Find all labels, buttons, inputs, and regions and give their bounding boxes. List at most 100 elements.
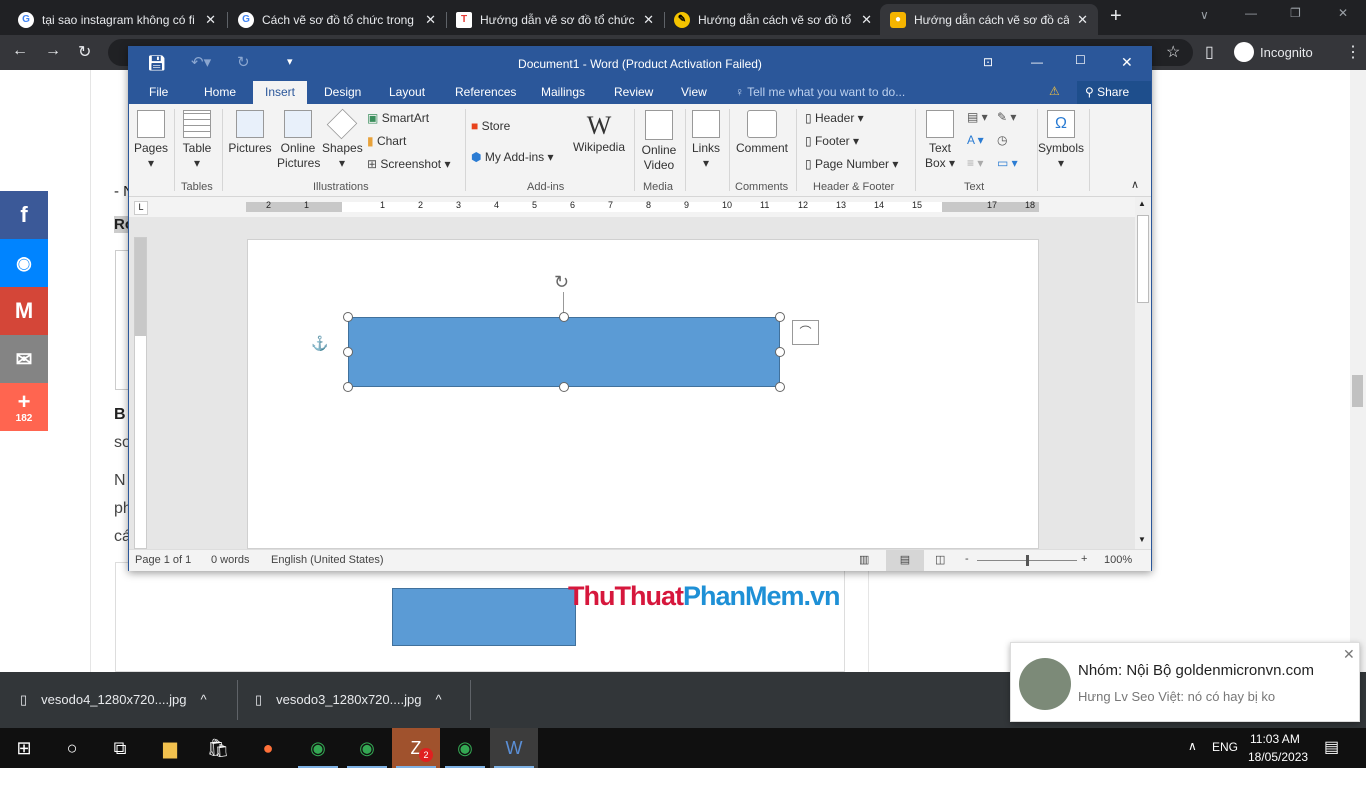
pictures-button[interactable]: Pictures bbox=[227, 110, 273, 156]
scrollbar-thumb[interactable] bbox=[1137, 215, 1149, 303]
minimize-icon[interactable]: — bbox=[1031, 55, 1043, 69]
links-button[interactable]: Links ▾ bbox=[689, 110, 723, 171]
smartart-button[interactable]: ▣ SmartArt bbox=[367, 111, 429, 125]
online-pictures-button[interactable]: Online Pictures bbox=[277, 110, 320, 171]
drop-cap-button[interactable]: ≡ ▾ bbox=[967, 156, 983, 170]
header-button[interactable]: ▯ Header ▾ bbox=[805, 111, 864, 125]
zoom-level[interactable]: 100% bbox=[1104, 554, 1132, 566]
close-tab-icon[interactable]: ✕ bbox=[643, 12, 654, 28]
side-panel-icon[interactable]: ▯ bbox=[1205, 42, 1214, 62]
tab-search-icon[interactable]: ∨ bbox=[1200, 8, 1209, 22]
date-time-button[interactable]: ◷ bbox=[997, 133, 1007, 147]
ribbon-display-options-icon[interactable]: ⊡ bbox=[983, 55, 993, 69]
tab-design[interactable]: Design bbox=[312, 81, 373, 104]
tab-references[interactable]: References bbox=[443, 81, 528, 104]
file-explorer-icon[interactable]: ▆ bbox=[146, 728, 194, 768]
footer-button[interactable]: ▯ Footer ▾ bbox=[805, 134, 859, 148]
menu-icon[interactable]: ⋮ bbox=[1345, 42, 1361, 62]
action-center-icon[interactable]: ▤ bbox=[1324, 737, 1339, 757]
wikipedia-button[interactable]: W Wikipedia bbox=[569, 112, 629, 155]
document-scrollbar[interactable]: ▲ ▼ bbox=[1135, 197, 1151, 549]
signature-line-button[interactable]: ✎ ▾ bbox=[997, 110, 1016, 124]
word-icon[interactable]: W bbox=[490, 728, 538, 768]
new-tab-button[interactable]: + bbox=[1110, 5, 1122, 28]
layout-options-icon[interactable]: ⌒ bbox=[792, 320, 819, 345]
clock-time[interactable]: 11:03 AM bbox=[1250, 732, 1300, 746]
more-share-button[interactable]: +182 bbox=[0, 383, 48, 431]
start-windows-icon[interactable]: ⊞ bbox=[0, 728, 48, 768]
back-icon[interactable]: ← bbox=[12, 42, 28, 60]
web-layout-icon[interactable]: ◫ bbox=[935, 553, 945, 566]
rectangle-shape[interactable] bbox=[348, 317, 780, 387]
input-language[interactable]: ENG bbox=[1212, 740, 1238, 754]
tab-view[interactable]: View bbox=[669, 81, 719, 104]
symbols-button[interactable]: Ω Symbols ▾ bbox=[1037, 110, 1085, 171]
chrome-profile-icon[interactable]: ◉ bbox=[294, 728, 342, 768]
browser-tab[interactable]: Gtại sao instagram không có fi ✕ bbox=[8, 4, 226, 35]
download-item[interactable]: ▯ vesodo4_1280x720....jpg ^ bbox=[20, 692, 207, 708]
close-icon[interactable]: ✕ bbox=[1121, 54, 1133, 71]
collapse-ribbon-icon[interactable]: ∧ bbox=[1131, 178, 1139, 191]
read-mode-icon[interactable]: ▥ bbox=[859, 553, 869, 566]
shapes-button[interactable]: Shapes ▾ bbox=[322, 108, 363, 171]
chat-notification[interactable]: Nhóm: Nội Bộ goldenmicronvn.com Hưng Lv … bbox=[1010, 642, 1360, 722]
close-tab-icon[interactable]: ✕ bbox=[861, 12, 872, 28]
document-page[interactable]: ⚓ ↻ ⌒ bbox=[247, 239, 1039, 549]
tab-insert[interactable]: Insert bbox=[253, 81, 308, 104]
chrome-profile-icon[interactable]: ◉ bbox=[343, 728, 391, 768]
reload-icon[interactable]: ↻ bbox=[78, 42, 91, 62]
share-button[interactable]: ⚲ Share bbox=[1077, 81, 1151, 104]
comment-button[interactable]: Comment bbox=[733, 110, 791, 156]
tab-review[interactable]: Review bbox=[602, 81, 665, 104]
online-video-button[interactable]: Online Video bbox=[637, 110, 681, 173]
email-share-button[interactable]: ✉ bbox=[0, 335, 48, 383]
my-addins-button[interactable]: ⬢ My Add-ins ▾ bbox=[471, 150, 554, 164]
page-count[interactable]: Page 1 of 1 bbox=[135, 554, 191, 566]
zoom-out-button[interactable]: - bbox=[965, 553, 969, 565]
pages-button[interactable]: Pages ▾ bbox=[133, 110, 169, 171]
gmail-share-button[interactable]: M bbox=[0, 287, 48, 335]
firefox-icon[interactable]: ● bbox=[244, 728, 292, 768]
show-hidden-icons[interactable]: ∧ bbox=[1188, 739, 1197, 753]
quick-parts-button[interactable]: ▤ ▾ bbox=[967, 110, 988, 124]
tab-file[interactable]: File bbox=[137, 81, 180, 104]
page-scrollbar[interactable] bbox=[1350, 70, 1366, 672]
incognito-profile[interactable]: Incognito bbox=[1234, 40, 1313, 64]
browser-tab[interactable]: G Cách vẽ sơ đồ tổ chức trong ✕ bbox=[228, 4, 446, 35]
close-tab-icon[interactable]: ✕ bbox=[1077, 12, 1088, 28]
zoom-slider-thumb[interactable] bbox=[1026, 555, 1029, 566]
download-item[interactable]: ▯ vesodo3_1280x720....jpg ^ bbox=[255, 692, 442, 708]
close-notification-icon[interactable]: ✕ bbox=[1343, 646, 1355, 663]
vertical-ruler[interactable] bbox=[134, 237, 147, 549]
minimize-icon[interactable]: — bbox=[1245, 6, 1257, 20]
search-circle-icon[interactable]: ○ bbox=[48, 728, 96, 768]
tab-home[interactable]: Home bbox=[192, 81, 248, 104]
tell-me-box[interactable]: ♀ Tell me what you want to do... bbox=[735, 85, 905, 99]
object-button[interactable]: ▭ ▾ bbox=[997, 156, 1018, 170]
tab-mailings[interactable]: Mailings bbox=[529, 81, 597, 104]
chart-button[interactable]: ▮ Chart bbox=[367, 134, 406, 148]
language-status[interactable]: English (United States) bbox=[271, 554, 384, 566]
text-box-button[interactable]: Text Box ▾ bbox=[921, 110, 959, 171]
close-window-icon[interactable]: ✕ bbox=[1338, 6, 1348, 20]
browser-tab-active[interactable]: ● Hướng dẫn cách vẽ sơ đồ câ ✕ bbox=[880, 4, 1098, 35]
store-button[interactable]: ■ Store bbox=[471, 119, 510, 133]
tab-layout[interactable]: Layout bbox=[377, 81, 437, 104]
clock-date[interactable]: 18/05/2023 bbox=[1248, 750, 1308, 764]
browser-tab[interactable]: T Hướng dẫn vẽ sơ đồ tổ chức ✕ bbox=[446, 4, 664, 35]
bookmark-star-icon[interactable]: ☆ bbox=[1166, 42, 1180, 62]
screenshot-button[interactable]: ⊞ Screenshot ▾ bbox=[367, 157, 450, 171]
zoom-in-button[interactable]: + bbox=[1081, 553, 1087, 565]
horizontal-ruler[interactable]: L 2 1 1 2 3 4 5 6 7 8 9 10 11 12 13 14 15 17 18 bbox=[129, 197, 1151, 217]
chrome-icon[interactable]: ◉ bbox=[441, 728, 489, 768]
table-button[interactable]: Table ▾ bbox=[179, 110, 215, 171]
facebook-share-button[interactable]: f bbox=[0, 191, 48, 239]
print-layout-icon[interactable]: ▤ bbox=[886, 550, 924, 571]
store-icon[interactable]: 🛍︎ bbox=[194, 728, 242, 768]
maximize-icon[interactable]: ☐ bbox=[1075, 53, 1086, 67]
browser-tab[interactable]: ✎ Hướng dẫn cách vẽ sơ đồ tổ ✕ bbox=[664, 4, 882, 35]
rotate-handle-icon[interactable]: ↻ bbox=[554, 272, 569, 293]
word-count[interactable]: 0 words bbox=[211, 554, 250, 566]
forward-icon[interactable]: → bbox=[45, 42, 61, 60]
scrollbar-thumb[interactable] bbox=[1352, 375, 1363, 407]
